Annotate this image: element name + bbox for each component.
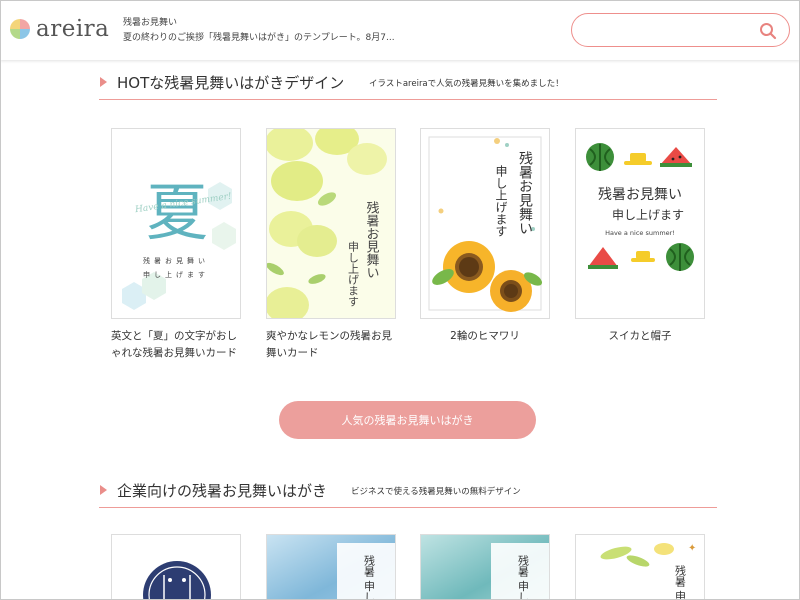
sunflower-icon <box>432 241 543 312</box>
hot-section-subtitle: イラストareiraで人気の残暑見舞いを集めました！ <box>369 79 564 89</box>
card-greeting: 残暑お見舞い <box>598 187 682 203</box>
business-card-text: 残暑 申 <box>674 564 687 600</box>
section-arrow-icon <box>100 485 107 495</box>
watermelon-slice-icon <box>588 247 618 269</box>
logo-text: areira <box>36 16 110 42</box>
business-card-1[interactable] <box>111 534 241 600</box>
logo-icon <box>10 19 30 39</box>
card-thumbnail[interactable]: 残暑お見舞い 申し上げます <box>420 128 550 319</box>
search-box[interactable] <box>571 13 790 47</box>
search-icon[interactable] <box>759 22 777 40</box>
hat-icon <box>624 153 652 165</box>
card-greeting-2: 申し上げます <box>612 208 684 222</box>
popular-cards-button[interactable]: 人気の残暑お見舞いはがき <box>279 401 536 439</box>
star-icon: ✦ <box>688 543 696 554</box>
card-caption[interactable]: スイカと帽子 <box>575 328 705 345</box>
page-description: 夏の終わりのご挨拶「残暑見舞いはがき」のテンプレート。8月7... <box>123 33 395 43</box>
site-header: areira 残暑お見舞い 夏の終わりのご挨拶「残暑見舞いはがき」のテンプレート… <box>0 0 800 60</box>
card-greeting: 残暑お見舞い <box>364 201 380 279</box>
script-text: Have a nice summer! <box>605 229 675 237</box>
business-card-2[interactable]: 残暑 申し お見 <box>266 534 396 600</box>
card-greeting-2: 申し上げます <box>347 241 360 307</box>
card-thumbnail[interactable]: 夏 Have a nice summer! 残暑お見舞い 申し上げます <box>111 128 241 319</box>
business-card-4[interactable]: ✦ 残暑 申 <box>575 534 705 600</box>
card-sunflower[interactable]: 残暑お見舞い 申し上げます 2輪のヒマワリ <box>420 128 550 345</box>
business-card-text: 残暑 申し お見 <box>517 554 530 600</box>
card-lemon[interactable]: 残暑お見舞い 申し上げます 爽やかなレモンの残暑お見舞いカード <box>266 128 396 362</box>
section-arrow-icon <box>100 77 107 87</box>
business-card-3[interactable]: 残暑 申し お見 <box>420 534 550 600</box>
natsu-character: 夏 <box>146 176 208 249</box>
card-greeting: 残暑お見舞い <box>517 151 533 235</box>
business-section-subtitle: ビジネスで使える残暑見舞いの無料デザイン <box>351 487 521 497</box>
hat-icon <box>631 251 655 262</box>
page-title: 残暑お見舞い <box>123 18 178 28</box>
card-greeting-2: 申し上げます <box>143 270 209 279</box>
card-thumbnail[interactable]: 残暑お見舞い 申し上げます <box>266 128 396 319</box>
site-logo[interactable]: areira <box>9 14 109 44</box>
card-caption[interactable]: 英文と「夏」の文字がおしゃれな残暑お見舞いカード <box>111 328 241 362</box>
card-greeting-2: 申し上げます <box>494 165 508 237</box>
hot-section-title: HOTな残暑見舞いはがきデザイン <box>117 74 345 92</box>
business-card-text: 残暑 申し お見 <box>363 554 376 600</box>
watermelon-slice-icon <box>660 147 692 167</box>
watermelon-icon <box>586 143 614 171</box>
hot-section-header: HOTな残暑見舞いはがきデザイン イラストareiraで人気の残暑見舞いを集めま… <box>99 70 717 100</box>
card-greeting: 残暑お見舞い <box>143 256 209 265</box>
card-thumbnail[interactable]: 残暑お見舞い 申し上げます Have a nice summer! <box>575 128 705 319</box>
card-caption[interactable]: 爽やかなレモンの残暑お見舞いカード <box>266 328 396 362</box>
card-caption[interactable]: 2輪のヒマワリ <box>420 328 550 345</box>
card-watermelon[interactable]: 残暑お見舞い 申し上げます Have a nice summer! スイカと帽子 <box>575 128 705 345</box>
watermelon-icon <box>666 243 694 271</box>
card-natsu[interactable]: 夏 Have a nice summer! 残暑お見舞い 申し上げます 英文と「… <box>111 128 241 362</box>
business-section-title: 企業向けの残暑お見舞いはがき <box>117 482 328 500</box>
business-section-header: 企業向けの残暑お見舞いはがき ビジネスで使える残暑見舞いの無料デザイン <box>99 478 717 508</box>
search-input[interactable] <box>586 20 746 40</box>
